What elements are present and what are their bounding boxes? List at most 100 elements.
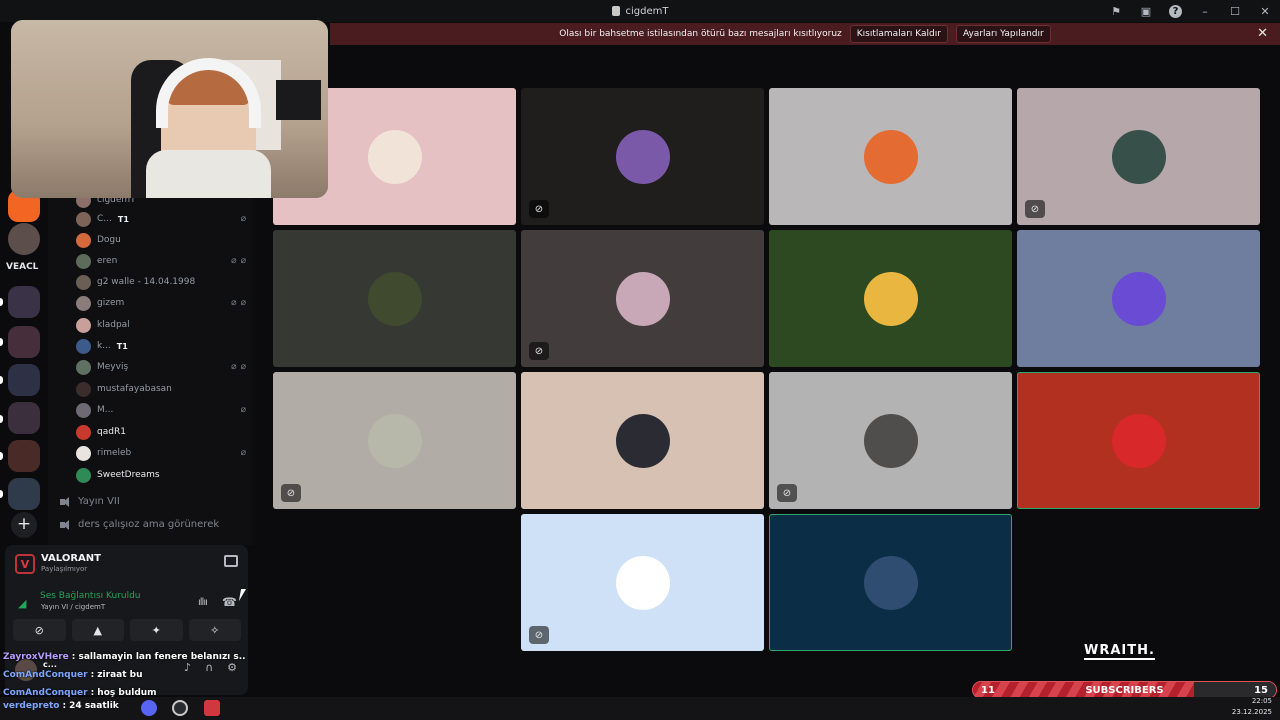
- subs-goal: 15: [1254, 684, 1268, 696]
- voice-user[interactable]: eren ⌀ ⌀: [76, 251, 246, 271]
- mention-raid-banner: Olası bir bahsetme istilasından ötürü ba…: [330, 23, 1280, 45]
- participant-tile[interactable]: [769, 514, 1012, 651]
- share-screen-icon[interactable]: [224, 555, 238, 567]
- title-bar-controls: ⚑ ▣ ? – ☐ ✕: [1109, 0, 1272, 22]
- maximize-button[interactable]: ☐: [1228, 4, 1242, 18]
- screen-share-icon[interactable]: ▣: [1139, 4, 1153, 18]
- voice-user[interactable]: mustafayabasan: [76, 379, 246, 399]
- speaker-icon: [611, 6, 620, 16]
- deafened-icon: ⌀: [240, 256, 246, 266]
- participant-tile[interactable]: ⊘: [1017, 88, 1260, 225]
- participant-tile[interactable]: [769, 88, 1012, 225]
- camera-off-button[interactable]: ⊘: [13, 619, 66, 641]
- stream-chat: ZayroxVHere: sallamayin lan fenere belan…: [3, 648, 253, 702]
- voice-user-name: qadR1: [97, 427, 126, 437]
- inbox-icon[interactable]: ⚑: [1109, 4, 1123, 18]
- disconnect-icon[interactable]: ☎: [222, 595, 237, 609]
- brand-logo: WRAITH.: [1084, 643, 1155, 660]
- participant-tile[interactable]: ⊘: [769, 372, 1012, 509]
- voice-channel-name: ders çalışıoz ama görünerek: [78, 519, 220, 530]
- game-share-status: Paylaşılmıyor: [41, 565, 88, 573]
- voice-user[interactable]: kladpal: [76, 315, 246, 335]
- voice-channel[interactable]: ders çalışıoz ama görünerek: [60, 519, 219, 530]
- server-folder[interactable]: [8, 402, 40, 434]
- unread-pill: [0, 298, 3, 306]
- voice-channel[interactable]: Yayın VII: [60, 496, 120, 507]
- participant-tile[interactable]: ⊘: [521, 88, 764, 225]
- avatar: [76, 317, 91, 333]
- chat-text: : sallamayin lan fenere belanızı s..: [71, 652, 246, 662]
- voice-user[interactable]: k... T1: [76, 336, 246, 356]
- configure-settings-button[interactable]: Ayarları Yapılandır: [955, 25, 1051, 43]
- participant-tile[interactable]: [273, 230, 516, 367]
- connection-channel: Yayın VI / cigdemT: [41, 603, 106, 611]
- participant-avatar: [615, 129, 670, 184]
- system-clock: 22:05 23.12.2025: [1232, 696, 1272, 718]
- voice-user[interactable]: gizem ⌀ ⌀: [76, 293, 246, 313]
- voice-user[interactable]: Meyviş ⌀ ⌀: [76, 357, 246, 377]
- deafened-icon: ⊘: [529, 200, 549, 218]
- chat-text: : 24 saatlik: [62, 701, 119, 711]
- participant-tile[interactable]: [1017, 230, 1260, 367]
- server-folder[interactable]: [8, 440, 40, 472]
- voice-user[interactable]: rimeleb ⌀: [76, 443, 246, 463]
- participant-tile[interactable]: [1017, 372, 1260, 509]
- signal-icon: ◢: [18, 597, 27, 610]
- avatar: [76, 467, 91, 483]
- clock-date: 23.12.2025: [1231, 708, 1272, 716]
- unread-pill: [0, 338, 3, 346]
- minimize-button[interactable]: –: [1198, 4, 1212, 18]
- game-name: VALORANT: [41, 553, 101, 564]
- close-window-button[interactable]: ✕: [1258, 4, 1272, 18]
- valorant-taskbar-icon[interactable]: [204, 700, 220, 716]
- monitor: [276, 80, 321, 120]
- valorant-icon: V: [15, 554, 35, 574]
- banner-close-icon[interactable]: ✕: [1257, 26, 1268, 41]
- voice-user[interactable]: SweetDreams: [76, 465, 246, 485]
- voice-user[interactable]: qadR1: [76, 422, 246, 442]
- connection-status[interactable]: Ses Bağlantısı Kuruldu: [40, 591, 140, 601]
- server-folder[interactable]: [8, 364, 40, 396]
- server-icon[interactable]: [8, 223, 40, 255]
- deafened-icon: ⊘: [281, 484, 301, 502]
- add-server-button[interactable]: +: [11, 512, 37, 538]
- activities-button[interactable]: ✦: [130, 619, 183, 641]
- server-folder[interactable]: [8, 326, 40, 358]
- voice-user[interactable]: C... T1 ⌀: [76, 209, 246, 229]
- avatar: [76, 274, 91, 290]
- subs-current: 11: [981, 684, 995, 696]
- deafened-icon: ⊘: [1025, 200, 1045, 218]
- help-icon[interactable]: ?: [1169, 4, 1182, 18]
- mute-status: ⌀ ⌀: [231, 298, 246, 308]
- participant-tile[interactable]: [769, 230, 1012, 367]
- voice-user[interactable]: g2 walle - 14.04.1998: [76, 272, 246, 292]
- avatar: [76, 381, 91, 397]
- voice-user[interactable]: Dogu: [76, 230, 246, 250]
- chat-message: ComAndConquer: ziraat bu: [3, 666, 253, 684]
- window-title-text: cigdemT: [625, 5, 669, 17]
- obs-taskbar-icon[interactable]: [172, 700, 188, 716]
- noise-suppression-icon[interactable]: ıllıı: [198, 597, 208, 608]
- avatar: [76, 402, 91, 418]
- server-folder[interactable]: [8, 286, 40, 318]
- participant-tile[interactable]: ⊘: [521, 230, 764, 367]
- soundboard-button[interactable]: ✧: [188, 619, 241, 641]
- deafened-icon: ⌀: [240, 362, 246, 372]
- mic-muted-icon: ⌀: [240, 405, 246, 415]
- channel-sidebar: cigdemT C... T1 ⌀ Dogu eren ⌀ ⌀ g2 walle - 1…: [48, 190, 253, 545]
- discord-stream-window: cigdemT ⚑ ▣ ? – ☐ ✕ Olası bir bahsetme i…: [0, 0, 1280, 720]
- participant-tile[interactable]: ⊘: [273, 372, 516, 509]
- avatar: [76, 232, 91, 248]
- voice-user[interactable]: M... ⌀: [76, 400, 246, 420]
- voice-user-name: gizem: [97, 298, 125, 308]
- voice-user-name: mustafayabasan: [97, 384, 172, 394]
- mic-muted-icon: ⌀: [231, 298, 237, 308]
- participant-avatar: [615, 413, 670, 468]
- participant-tile[interactable]: ⊘: [521, 514, 764, 651]
- remove-restrictions-button[interactable]: Kısıtlamaları Kaldır: [849, 25, 948, 43]
- participant-tile[interactable]: [521, 372, 764, 509]
- discord-taskbar-icon[interactable]: [141, 700, 157, 716]
- avatar: [76, 359, 91, 375]
- server-folder[interactable]: [8, 478, 40, 510]
- screen-share-button[interactable]: ▲: [71, 619, 124, 641]
